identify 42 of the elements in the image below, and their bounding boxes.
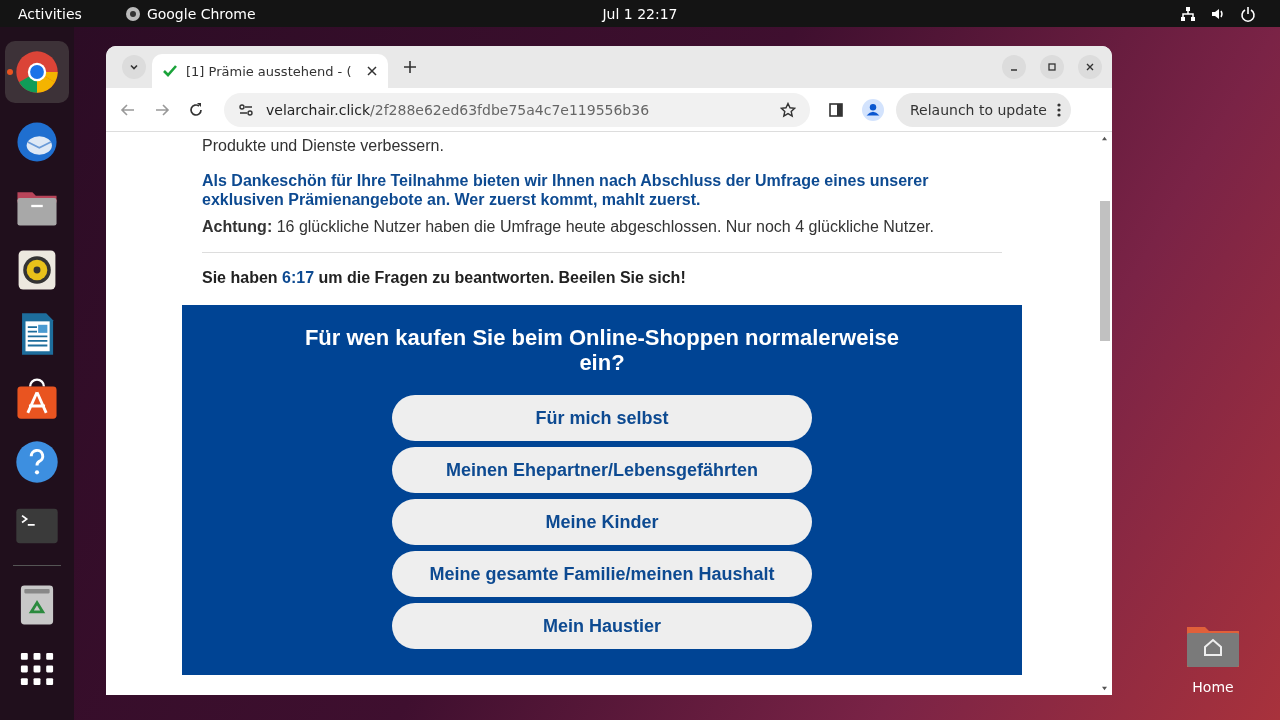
maximize-button[interactable] xyxy=(1040,55,1064,79)
question-heading: Für wen kaufen Sie beim Online-Shoppen normalerweise ein? xyxy=(303,325,901,375)
address-bar[interactable]: velarchair.click/2f288e62ed63fdbe75a4c7e119556b36 xyxy=(224,92,810,127)
new-tab-icon[interactable] xyxy=(402,59,418,75)
dock-item[interactable] xyxy=(5,41,69,103)
profile-icon[interactable] xyxy=(862,98,884,121)
reload-icon[interactable] xyxy=(188,101,204,118)
scrollbar-thumb[interactable] xyxy=(1099,201,1110,341)
side-panel-icon[interactable] xyxy=(828,101,844,118)
check-icon xyxy=(162,63,178,79)
home-folder-label[interactable]: Home xyxy=(1192,679,1234,695)
browser-tab[interactable]: [1] Prämie ausstehend - ( xyxy=(152,54,388,88)
network-icon[interactable] xyxy=(1180,5,1196,22)
tab-list-button[interactable] xyxy=(122,55,146,79)
app-name[interactable]: Google Chrome xyxy=(146,5,256,22)
forward-icon[interactable] xyxy=(154,101,170,118)
browser-icon xyxy=(14,49,60,95)
reward-paragraph: Als Dankeschön für Ihre Teilnahme bieten wir Ihnen nach Abschluss der Umfrage eines unserer exklusiven Prämienangebote an. Wer zuerst kommt, mahlt zuerst. xyxy=(202,171,930,209)
answer-button[interactable]: Mein Haustier xyxy=(392,603,812,649)
maximize-icon xyxy=(1046,61,1058,73)
intro-paragraph: Produkte und Dienste verbessern. xyxy=(202,136,445,155)
close-icon xyxy=(1084,61,1096,73)
close-tab-icon[interactable] xyxy=(366,65,378,77)
scroll-down-icon[interactable] xyxy=(1101,686,1108,691)
answer-button[interactable]: Für mich selbst xyxy=(392,395,812,441)
answer-button[interactable]: Meine gesamte Familie/meinen Haushalt xyxy=(392,551,812,597)
clock[interactable]: Jul 1 22:17 xyxy=(602,5,678,22)
answer-button[interactable]: Meine Kinder xyxy=(392,499,812,545)
notice-paragraph: Achtung: 16 glückliche Nutzer haben die Umfrage heute abgeschlossen. Nur noch 4 glückliche Nutzer. xyxy=(202,217,935,236)
site-settings-icon[interactable] xyxy=(238,101,254,118)
bookmark-star-icon[interactable] xyxy=(780,101,796,118)
close-button[interactable] xyxy=(1078,55,1102,79)
more-menu-icon xyxy=(1056,101,1061,118)
relaunch-button[interactable]: Relaunch to update xyxy=(896,92,1071,127)
timer-text: Sie haben 6:17 um die Fragen zu beantworten. Beeilen Sie sich! xyxy=(202,269,687,287)
answer-button[interactable]: Meinen Ehepartner/Lebensgefährten xyxy=(392,447,812,493)
back-icon[interactable] xyxy=(120,101,136,118)
help-icon xyxy=(14,439,60,485)
activities-button[interactable]: Activities xyxy=(18,5,82,22)
minimize-icon xyxy=(1011,69,1017,71)
power-icon[interactable] xyxy=(1240,5,1256,22)
scroll-up-icon[interactable] xyxy=(1101,136,1108,141)
